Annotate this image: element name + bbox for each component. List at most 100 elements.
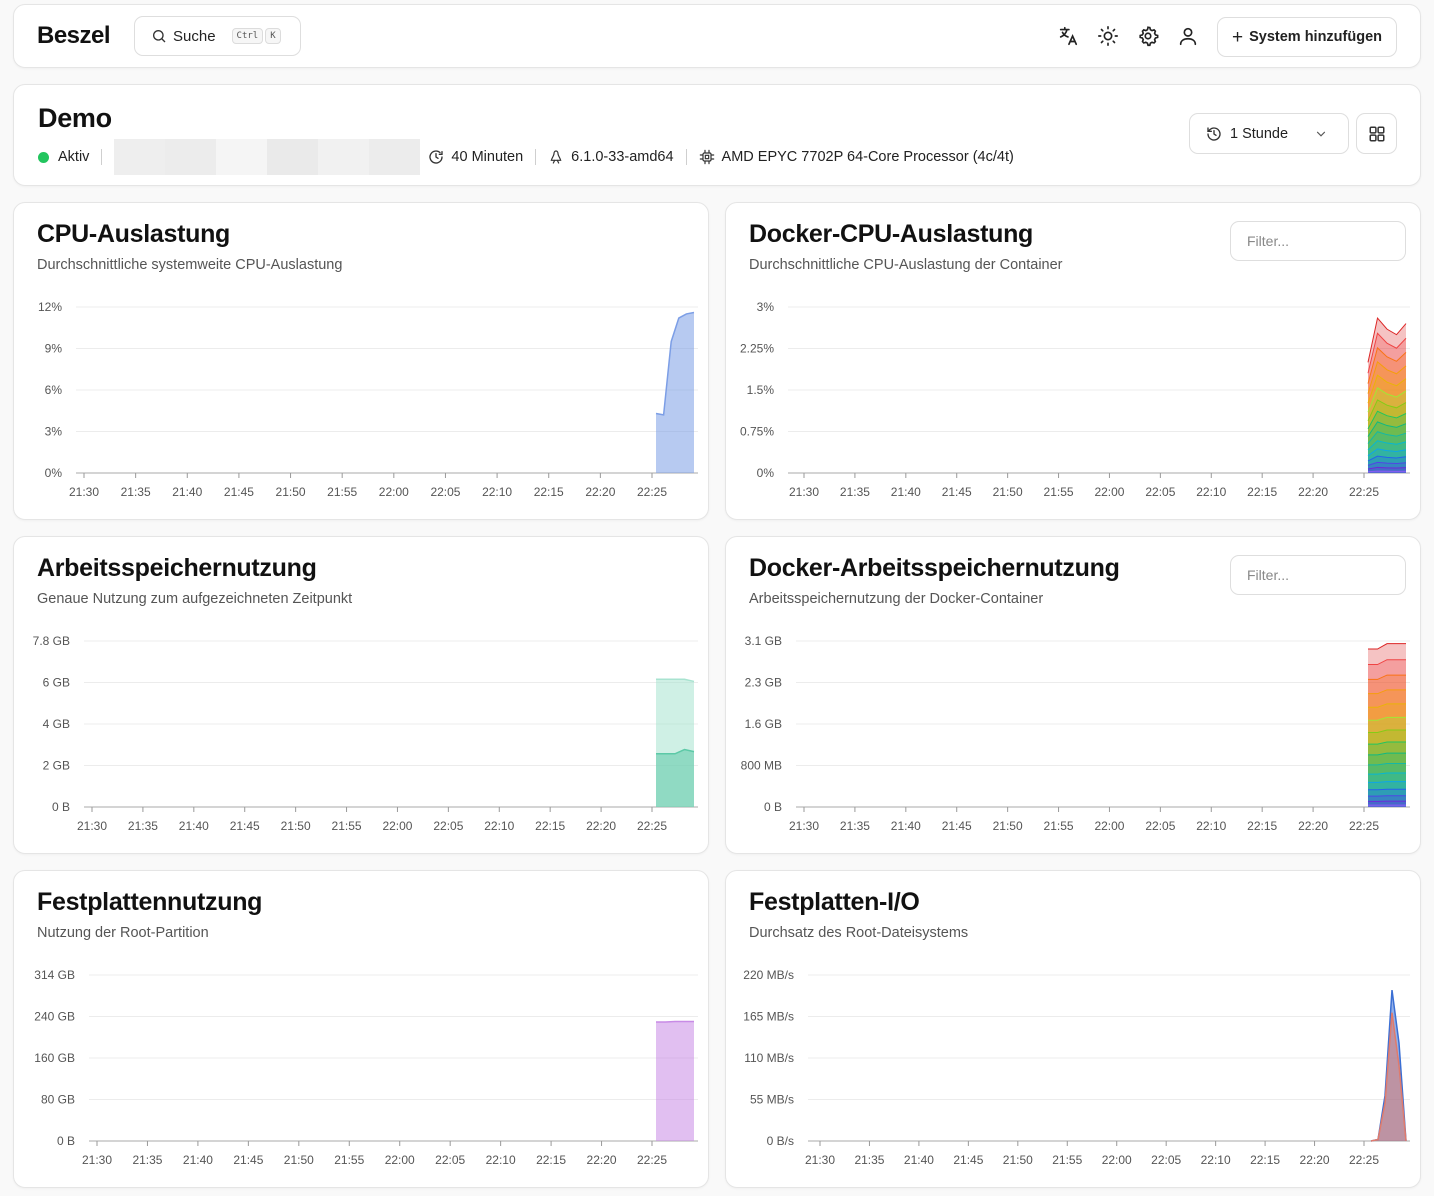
y-tick-label: 55 MB/s [750, 1093, 794, 1107]
x-tick-label: 21:45 [230, 819, 260, 833]
redacted-host [114, 139, 421, 175]
chart-subtitle: Durchschnittliche systemweite CPU-Auslas… [37, 257, 343, 273]
y-tick-label: 1.5% [747, 383, 775, 397]
x-tick-label: 22:05 [1145, 485, 1175, 499]
gear-icon[interactable] [1137, 25, 1159, 47]
disk-line [656, 1020, 694, 1023]
memory-usage-chart[interactable]: 0 B 2 GB 4 GB 6 GB 7.8 GB 21:30 21:35 21:40 21:4… [14, 617, 710, 847]
x-tick-label: 22:15 [1247, 485, 1277, 499]
sun-icon[interactable] [1097, 25, 1119, 47]
system-header: Demo Aktiv 40 Minuten 6.1.0-33-amd64 AMD… [13, 84, 1421, 186]
user-icon[interactable] [1177, 25, 1199, 47]
uptime-item: 40 Minuten [428, 149, 523, 165]
x-tick-label: 22:10 [486, 1153, 516, 1167]
y-tick-label: 7.8 GB [33, 634, 70, 648]
x-tick-label: 21:55 [1044, 485, 1074, 499]
disk-io-chart[interactable]: 0 B/s 55 MB/s 110 MB/s 165 MB/s 220 MB/s 21:3… [726, 951, 1422, 1181]
x-tick-label: 22:00 [379, 485, 409, 499]
x-tick-label: 21:30 [789, 819, 819, 833]
system-name: Demo [38, 103, 112, 133]
y-tick-label: 160 GB [34, 1051, 75, 1065]
cpu-chip-icon [699, 149, 714, 165]
time-range-select[interactable]: 1 Stunde [1189, 113, 1349, 154]
x-tick-label: 21:45 [942, 819, 972, 833]
y-tick-label: 0 B/s [767, 1134, 794, 1148]
x-tick-label: 21:55 [334, 1153, 364, 1167]
x-tick-label: 22:25 [1349, 1153, 1379, 1167]
separator [535, 149, 537, 165]
y-tick-label: 0% [45, 466, 63, 480]
search-button[interactable]: Suche Ctrl K [134, 16, 301, 56]
x-tick-label: 21:35 [121, 485, 151, 499]
kernel-item: 6.1.0-33-amd64 [548, 149, 674, 165]
docker-cpu-chart[interactable]: 0% 0.75% 1.5% 2.25% 3% 21:30 21:35 21:40 21:45 21… [726, 283, 1422, 513]
x-tick-label: 22:05 [435, 1153, 465, 1167]
x-tick-label: 22:15 [535, 819, 565, 833]
x-tick-label: 21:30 [82, 1153, 112, 1167]
x-tick-label: 21:35 [840, 485, 870, 499]
chart-subtitle: Arbeitsspeichernutzung der Docker-Contai… [749, 591, 1044, 607]
y-tick-label: 0 B [764, 800, 782, 814]
x-tick-label: 22:20 [586, 819, 616, 833]
cpu-usage-card: CPU-Auslastung Durchschnittliche systemw… [13, 202, 709, 520]
chart-title: Festplatten-I/O [749, 888, 920, 916]
container-filter-input[interactable]: Filter... [1230, 221, 1406, 261]
separator [685, 149, 687, 165]
docker-cpu-card: Docker-CPU-Auslastung Durchschnittliche … [725, 202, 1421, 520]
disk-usage-chart[interactable]: 0 B 80 GB 160 GB 240 GB 314 GB 21:30 21:35 21:4… [14, 951, 710, 1181]
translate-icon[interactable] [1057, 25, 1079, 47]
x-tick-label: 22:10 [484, 819, 514, 833]
x-tick-label: 22:10 [1196, 485, 1226, 499]
cpu-usage-chart[interactable]: 0% 3% 6% 9% 12% 21:30 21:35 21:40 21:45 21:50 21:5… [14, 283, 710, 513]
x-tick-label: 21:50 [993, 485, 1023, 499]
docker-memory-card: Docker-Arbeitsspeichernutzung Arbeitsspe… [725, 536, 1421, 854]
x-tick-label: 22:05 [1145, 819, 1175, 833]
chart-title: CPU-Auslastung [37, 220, 231, 248]
x-tick-label: 22:15 [534, 485, 564, 499]
chart-title: Festplattennutzung [37, 888, 263, 916]
layout-toggle-button[interactable] [1356, 113, 1397, 154]
add-system-button[interactable]: + System hinzufügen [1217, 17, 1397, 57]
y-tick-label: 2.25% [740, 342, 774, 356]
cpu-text: AMD EPYC 7702P 64-Core Processor (4c/4t) [721, 149, 1014, 165]
y-tick-label: 4 GB [43, 717, 70, 731]
y-tick-label: 3% [757, 300, 775, 314]
docker-memory-chart[interactable]: 0 B 800 MB 1.6 GB 2.3 GB 3.1 GB 21:30 21:35 21:… [726, 617, 1422, 847]
y-tick-label: 6 GB [43, 676, 70, 690]
container-filter-input[interactable]: Filter... [1230, 555, 1406, 595]
memory-area [656, 749, 694, 807]
beszel-logo[interactable]: Beszel [37, 22, 111, 50]
x-tick-label: 22:25 [637, 819, 667, 833]
x-tick-label: 22:05 [1151, 1153, 1181, 1167]
x-tick-label: 21:35 [840, 819, 870, 833]
x-tick-label: 22:20 [587, 1153, 617, 1167]
status-dot [38, 151, 49, 163]
x-tick-label: 22:00 [1102, 1153, 1132, 1167]
x-tick-label: 21:50 [284, 1153, 314, 1167]
x-tick-label: 22:25 [637, 1153, 667, 1167]
y-tick-label: 0.75% [740, 425, 774, 439]
memory-usage-card: Arbeitsspeichernutzung Genaue Nutzung zu… [13, 536, 709, 854]
x-tick-label: 21:30 [805, 1153, 835, 1167]
chart-subtitle: Genaue Nutzung zum aufgezeichneten Zeitp… [37, 591, 353, 607]
y-tick-label: 0% [757, 466, 775, 480]
x-tick-label: 22:15 [536, 1153, 566, 1167]
x-tick-label: 21:50 [276, 485, 306, 499]
x-tick-label: 22:25 [637, 485, 667, 499]
x-tick-label: 21:45 [953, 1153, 983, 1167]
x-tick-label: 22:20 [1298, 819, 1328, 833]
chart-subtitle: Durchsatz des Root-Dateisystems [749, 925, 969, 941]
x-tick-label: 22:15 [1247, 819, 1277, 833]
docker-cpu-layer-line [1367, 470, 1407, 473]
y-tick-label: 110 MB/s [744, 1051, 794, 1065]
plus-icon: + [1231, 26, 1244, 48]
docker-memory-layer-line [1368, 788, 1406, 791]
chart-title: Docker-Arbeitsspeichernutzung [749, 554, 1120, 582]
x-tick-label: 21:45 [942, 485, 972, 499]
x-tick-label: 21:55 [327, 485, 357, 499]
x-tick-label: 21:30 [789, 485, 819, 499]
x-tick-label: 21:45 [233, 1153, 263, 1167]
chart-subtitle: Nutzung der Root-Partition [37, 925, 209, 941]
x-tick-label: 21:55 [332, 819, 362, 833]
y-tick-label: 1.6 GB [745, 717, 782, 731]
